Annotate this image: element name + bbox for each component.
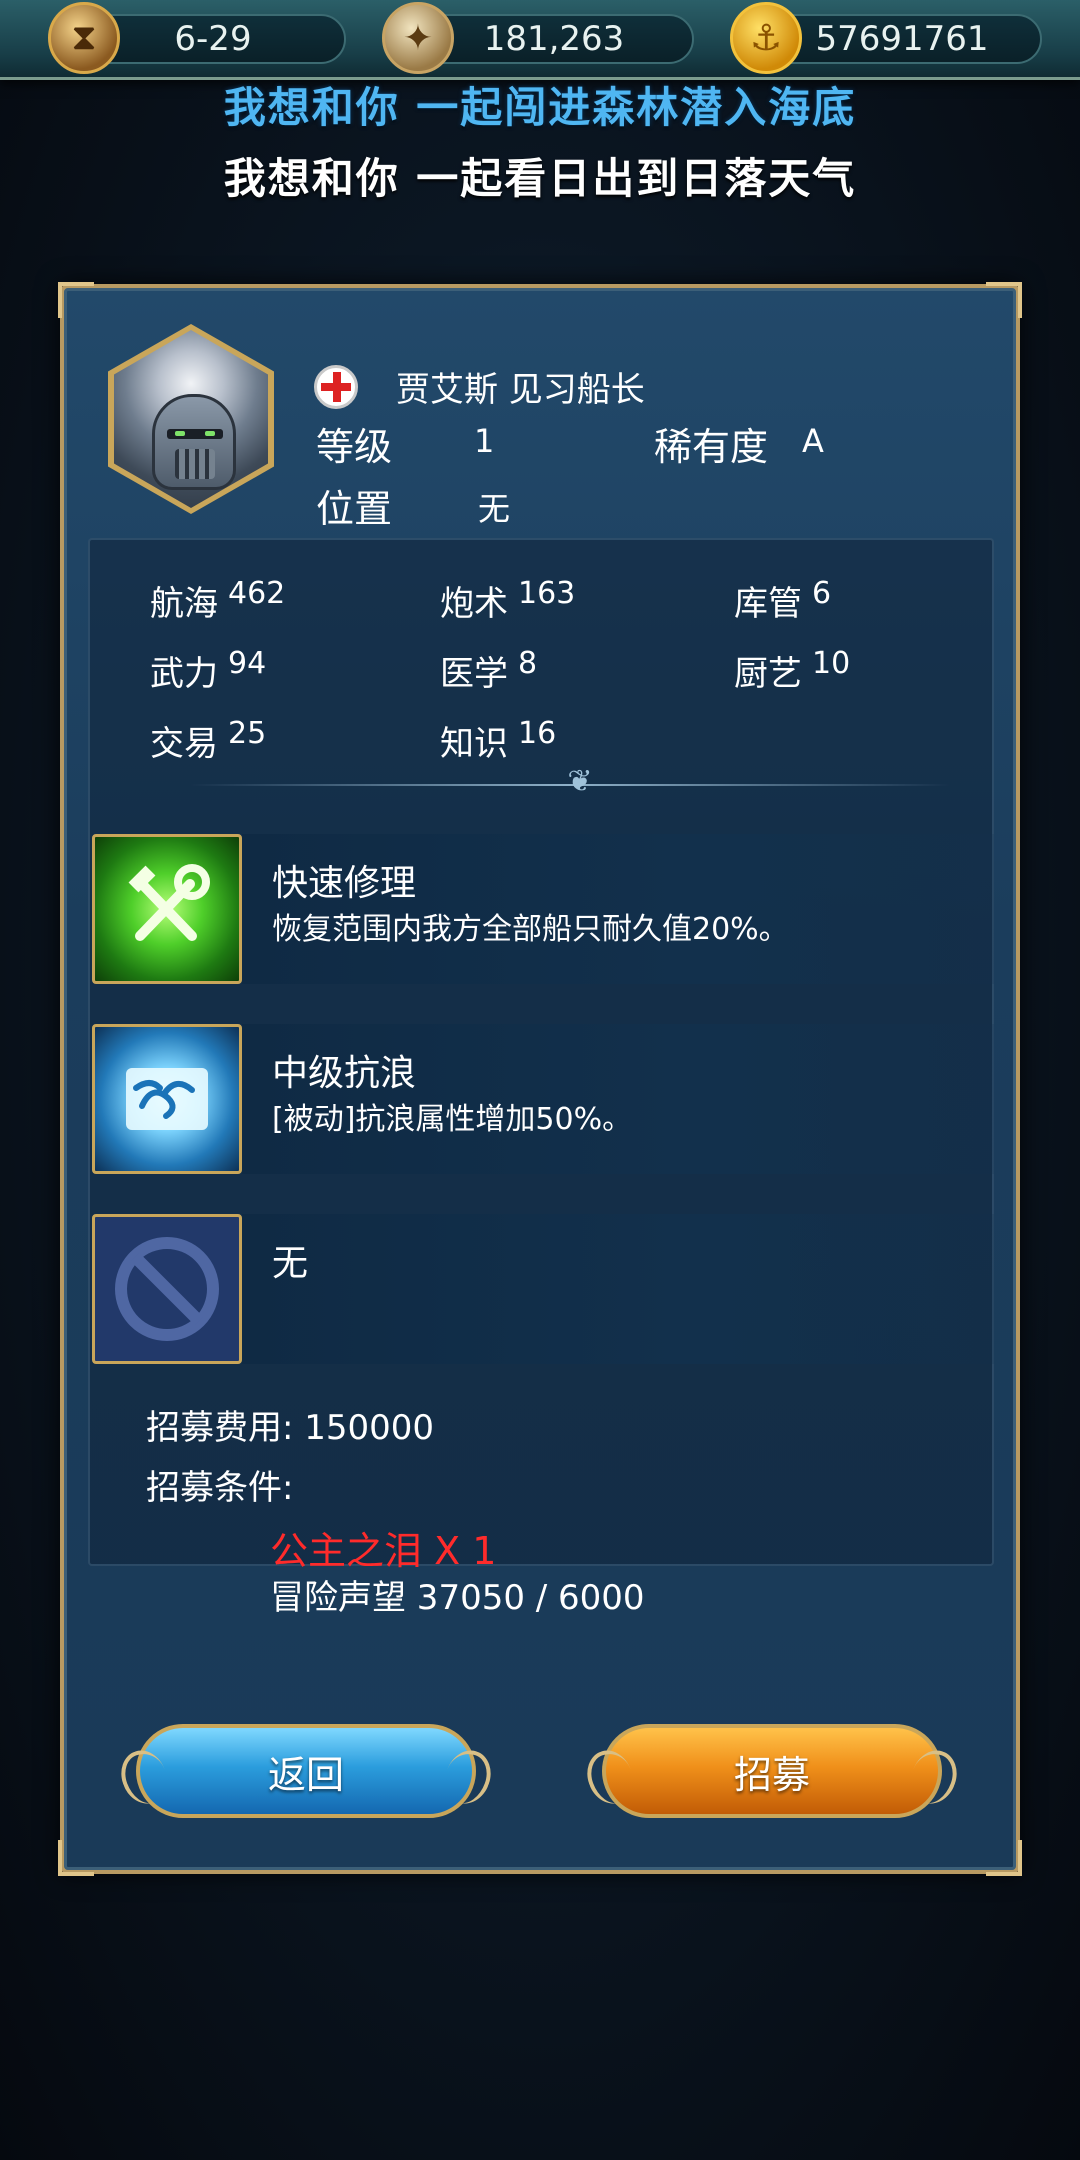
no-skill-icon	[92, 1214, 242, 1364]
gold-value: 57691761	[815, 19, 989, 59]
back-button-label: 返回	[267, 1752, 344, 1797]
stat-medicine: 医学 8	[440, 646, 538, 694]
rarity-value: A	[802, 422, 824, 460]
stage-value: 6-29	[174, 19, 252, 59]
compass-icon: ✦	[382, 2, 454, 74]
stat-storage: 库管 6	[734, 576, 832, 624]
wave-icon	[92, 1024, 242, 1174]
recruit-condition-label: 招募条件:	[146, 1468, 294, 1508]
lyric-line-2: 我想和你 一起看日出到日落天气	[223, 154, 857, 203]
rarity-label: 稀有度	[654, 425, 769, 469]
captain-name-row: 贾艾斯 见习船长	[314, 362, 645, 411]
panel-corner-ornament	[986, 1840, 1022, 1876]
captain-portrait[interactable]	[108, 324, 274, 514]
compass-pill[interactable]: 181,263	[414, 14, 694, 64]
skill-row-2[interactable]: 中级抗浪 [被动]抗浪属性增加50%。	[92, 1024, 994, 1174]
stat-trade: 交易 25	[150, 716, 267, 764]
divider-ornament-icon: ❦	[567, 764, 593, 799]
skill-name: 中级抗浪	[272, 1053, 417, 1094]
gold-coin-icon: ⚓	[730, 2, 802, 74]
repair-icon	[92, 834, 242, 984]
level-label: 等级	[316, 425, 393, 469]
back-button[interactable]: 返回	[136, 1724, 476, 1818]
recruit-button-label: 招募	[733, 1752, 810, 1797]
gold-pill[interactable]: 57691761	[762, 14, 1042, 64]
recruit-button[interactable]: 招募	[602, 1724, 942, 1818]
captain-name: 贾艾斯 见习船长	[396, 370, 645, 410]
requirement-reputation: 冒险声望 37050 / 6000	[270, 1578, 645, 1618]
panel-corner-ornament	[58, 1840, 94, 1876]
stat-force: 武力 94	[150, 646, 267, 694]
england-flag-icon	[314, 364, 358, 409]
skill-description: 恢复范围内我方全部船只耐久值20%。	[272, 912, 789, 947]
panel-corner-ornament	[986, 282, 1022, 318]
stat-knowledge: 知识 16	[440, 716, 557, 764]
skill-row-3[interactable]: 无	[92, 1214, 994, 1364]
portrait-image	[114, 330, 268, 508]
position-value: 无	[478, 490, 511, 528]
skill-name: 无	[272, 1243, 309, 1284]
captain-recruit-panel: 贾艾斯 见习船长 等级 1 稀有度 A 位置 无 航海 462 炮术 163 库管 6…	[58, 282, 1022, 1876]
compass-value: 181,263	[483, 19, 625, 59]
level-value: 1	[474, 422, 495, 460]
hourglass-icon: ⧗	[48, 2, 120, 74]
knight-helmet-icon	[152, 394, 236, 490]
requirement-item: 公主之泪 X 1	[270, 1529, 497, 1573]
resource-bar: 6-29 ⧗ 181,263 ✦ 57691761 ⚓	[0, 0, 1080, 80]
skill-name: 快速修理	[272, 863, 417, 904]
skill-description: [被动]抗浪属性增加50%。	[272, 1102, 633, 1137]
lyric-line-1: 我想和你 一起闯进森林潜入海底	[223, 83, 857, 132]
skill-row-1[interactable]: 快速修理 恢复范围内我方全部船只耐久值20%。	[92, 834, 994, 984]
position-label: 位置	[316, 487, 393, 531]
stat-navigation: 航海 462	[150, 576, 286, 624]
stat-gunnery: 炮术 163	[440, 576, 576, 624]
recruit-cost: 招募费用: 150000	[146, 1408, 435, 1448]
stat-cooking: 厨艺 10	[734, 646, 851, 694]
panel-corner-ornament	[58, 282, 94, 318]
